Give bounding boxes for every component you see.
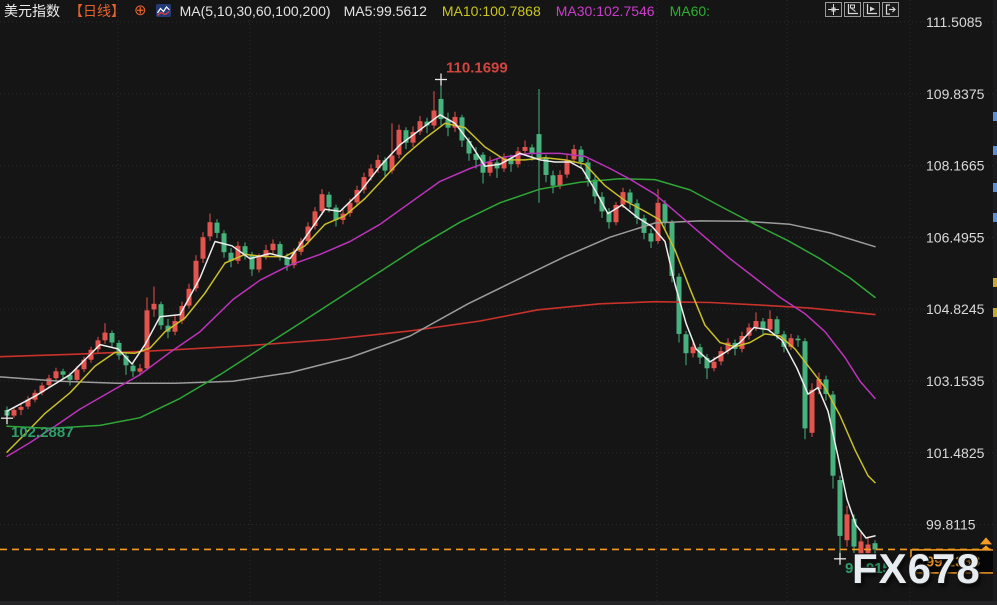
trading-chart-window: 110.1699102.288799.0150111.5085109.83751… — [0, 0, 997, 605]
svg-text:104.8245: 104.8245 — [926, 301, 985, 317]
symbol-name: 美元指数 — [4, 1, 60, 21]
edge-fragment — [993, 213, 997, 222]
chart-toolbar — [825, 2, 899, 17]
price-axis-labels: 111.5085109.8375108.1665106.4955104.8245… — [926, 14, 985, 533]
low-annotation-left: 102.2887 — [1, 412, 74, 441]
legend-ma30: MA30:102.7546 — [556, 3, 655, 19]
period-label[interactable]: 【日线】 — [69, 1, 125, 21]
fx678-watermark: FX678 — [852, 545, 981, 593]
ma10-line — [7, 123, 875, 482]
time-axis-strip — [0, 601, 997, 605]
svg-text:110.1699: 110.1699 — [446, 60, 508, 77]
circle-plus-icon[interactable]: ⊕ — [134, 3, 147, 18]
export-button[interactable] — [882, 2, 899, 17]
crosshair-icon — [828, 4, 839, 15]
play-to-latest-icon — [866, 4, 877, 15]
fit-scale-button[interactable] — [844, 2, 861, 17]
edge-fragment — [993, 183, 997, 192]
svg-text:108.1665: 108.1665 — [926, 158, 985, 174]
svg-text:101.4825: 101.4825 — [926, 445, 985, 461]
mini-chart-logo-icon — [156, 4, 171, 17]
scroll-latest-arrow-icon — [980, 537, 992, 550]
svg-text:106.4955: 106.4955 — [926, 229, 985, 245]
legend-ma60: MA60: — [670, 3, 710, 19]
svg-text:109.8375: 109.8375 — [926, 86, 985, 102]
legend-ma10: MA10:100.7868 — [442, 3, 541, 19]
fit-scale-icon — [847, 4, 858, 15]
high-annotation: 110.1699 — [435, 60, 508, 86]
export-arrow-icon — [885, 4, 896, 15]
svg-text:103.1535: 103.1535 — [926, 373, 985, 389]
edge-fragment — [993, 278, 997, 287]
ma100-line — [0, 221, 875, 383]
crosshair-button[interactable] — [825, 2, 842, 17]
go-to-latest-button[interactable] — [863, 2, 880, 17]
right-edge-artifacts — [993, 0, 997, 605]
svg-text:99.8115: 99.8115 — [926, 517, 976, 533]
candlestick-chart[interactable]: 110.1699102.288799.0150111.5085109.83751… — [0, 0, 997, 605]
svg-text:102.2887: 102.2887 — [11, 424, 74, 441]
legend-ma5: MA5:99.5612 — [344, 3, 427, 19]
edge-fragment — [993, 308, 997, 317]
edge-fragment — [993, 112, 997, 121]
edge-fragment — [993, 146, 997, 155]
ma-group-label[interactable]: MA(5,10,30,60,100,200) — [180, 3, 331, 19]
